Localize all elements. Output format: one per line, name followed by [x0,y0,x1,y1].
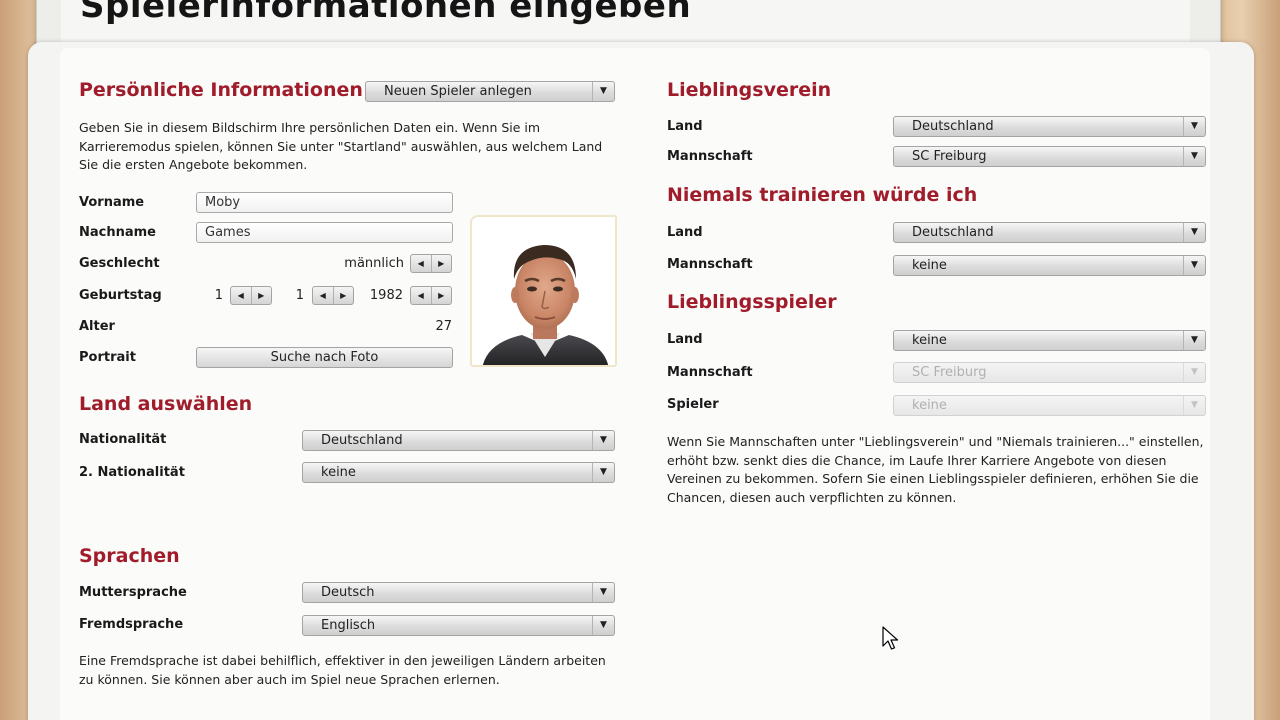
nationality2-select[interactable]: keine ▼ [302,462,615,483]
native-language-value: Deutsch [321,585,375,600]
foreign-language-label: Fremdsprache [79,617,184,632]
arrow-left-icon[interactable]: ◀ [411,287,432,304]
favorite-club-country-label: Land [667,119,703,134]
gender-label: Geschlecht [79,256,160,271]
favorite-club-team-select[interactable]: SC Freiburg ▼ [893,146,1206,167]
chevron-down-icon: ▼ [1183,117,1205,136]
birthday-day-value: 1 [214,288,223,303]
gender-stepper[interactable]: ◀ ▶ [410,254,452,273]
favorite-player-team-label: Mannschaft [667,365,753,380]
section-title-favorite-club: Lieblingsverein [667,79,832,101]
chevron-down-icon: ▼ [1183,331,1205,350]
favorite-player-country-label: Land [667,332,703,347]
section-title-personal: Persönliche Informationen [79,79,363,101]
section-title-favorite-player: Lieblingsspieler [667,291,837,313]
favorite-player-player-value: keine [912,398,947,413]
birthday-day-stepper[interactable]: ◀ ▶ [230,286,272,305]
search-photo-button[interactable]: Suche nach Foto [196,347,453,368]
player-portrait [470,215,617,367]
preferences-description: Wenn Sie Mannschaften unter "Lieblingsve… [667,434,1204,505]
foreign-language-select[interactable]: Englisch ▼ [302,615,615,636]
never-train-country-value: Deutschland [912,225,994,240]
arrow-left-icon[interactable]: ◀ [231,287,252,304]
arrow-right-icon[interactable]: ▶ [334,287,354,304]
portrait-label: Portrait [79,350,136,365]
chevron-down-icon: ▼ [1183,363,1205,382]
favorite-club-country-value: Deutschland [912,119,994,134]
portrait-image [472,217,615,365]
page-title: Spielerinformationen eingeben [80,0,692,26]
favorite-player-country-value: keine [912,333,947,348]
player-preset-value: Neuen Spieler anlegen [384,84,532,99]
native-language-select[interactable]: Deutsch ▼ [302,582,615,603]
never-train-team-label: Mannschaft [667,257,753,272]
favorite-club-country-select[interactable]: Deutschland ▼ [893,116,1206,137]
arrow-left-icon[interactable]: ◀ [411,255,432,272]
never-train-team-value: keine [912,258,947,273]
arrow-right-icon[interactable]: ▶ [432,255,452,272]
never-train-country-label: Land [667,225,703,240]
arrow-right-icon[interactable]: ▶ [252,287,272,304]
favorite-player-player-label: Spieler [667,397,719,412]
lastname-input[interactable]: Games [196,222,453,243]
foreign-language-value: Englisch [321,618,376,633]
never-train-country-select[interactable]: Deutschland ▼ [893,222,1206,243]
firstname-input[interactable]: Moby [196,192,453,213]
birthday-month-stepper[interactable]: ◀ ▶ [312,286,354,305]
chevron-down-icon: ▼ [1183,223,1205,242]
chevron-down-icon: ▼ [592,82,614,101]
nationality-label: Nationalität [79,432,167,447]
favorite-club-team-label: Mannschaft [667,149,753,164]
section-title-never-train: Niemals trainieren würde ich [667,184,978,206]
age-value: 27 [435,319,452,334]
nationality2-value: keine [321,465,356,480]
personal-description: Geben Sie in diesem Bildschirm Ihre pers… [79,120,603,172]
birthday-month-value: 1 [295,288,304,303]
birthday-year-stepper[interactable]: ◀ ▶ [410,286,452,305]
chevron-down-icon: ▼ [592,463,614,482]
birthday-year-value: 1982 [369,288,403,303]
favorite-player-player-select: keine ▼ [893,395,1206,416]
favorite-player-country-select[interactable]: keine ▼ [893,330,1206,351]
section-title-languages: Sprachen [79,545,180,567]
arrow-right-icon[interactable]: ▶ [432,287,452,304]
mouse-cursor-icon [882,626,899,650]
birthday-label: Geburtstag [79,288,162,303]
favorite-player-team-value: SC Freiburg [912,365,987,380]
age-label: Alter [79,319,115,334]
favorite-player-team-select: SC Freiburg ▼ [893,362,1206,383]
chevron-down-icon: ▼ [1183,256,1205,275]
nationality2-label: 2. Nationalität [79,465,185,480]
chevron-down-icon: ▼ [1183,147,1205,166]
chevron-down-icon: ▼ [1183,396,1205,415]
nationality-select[interactable]: Deutschland ▼ [302,430,615,451]
native-language-label: Muttersprache [79,585,187,600]
nationality-value: Deutschland [321,433,403,448]
chevron-down-icon: ▼ [592,431,614,450]
section-title-country: Land auswählen [79,393,253,415]
favorite-club-team-value: SC Freiburg [912,149,987,164]
player-preset-select[interactable]: Neuen Spieler anlegen ▼ [365,81,615,102]
arrow-left-icon[interactable]: ◀ [313,287,334,304]
never-train-team-select[interactable]: keine ▼ [893,255,1206,276]
chevron-down-icon: ▼ [592,583,614,602]
languages-description: Eine Fremdsprache ist dabei behilflich, … [79,653,606,687]
chevron-down-icon: ▼ [592,616,614,635]
firstname-label: Vorname [79,195,145,210]
gender-value: männlich [344,256,404,271]
lastname-label: Nachname [79,225,157,240]
